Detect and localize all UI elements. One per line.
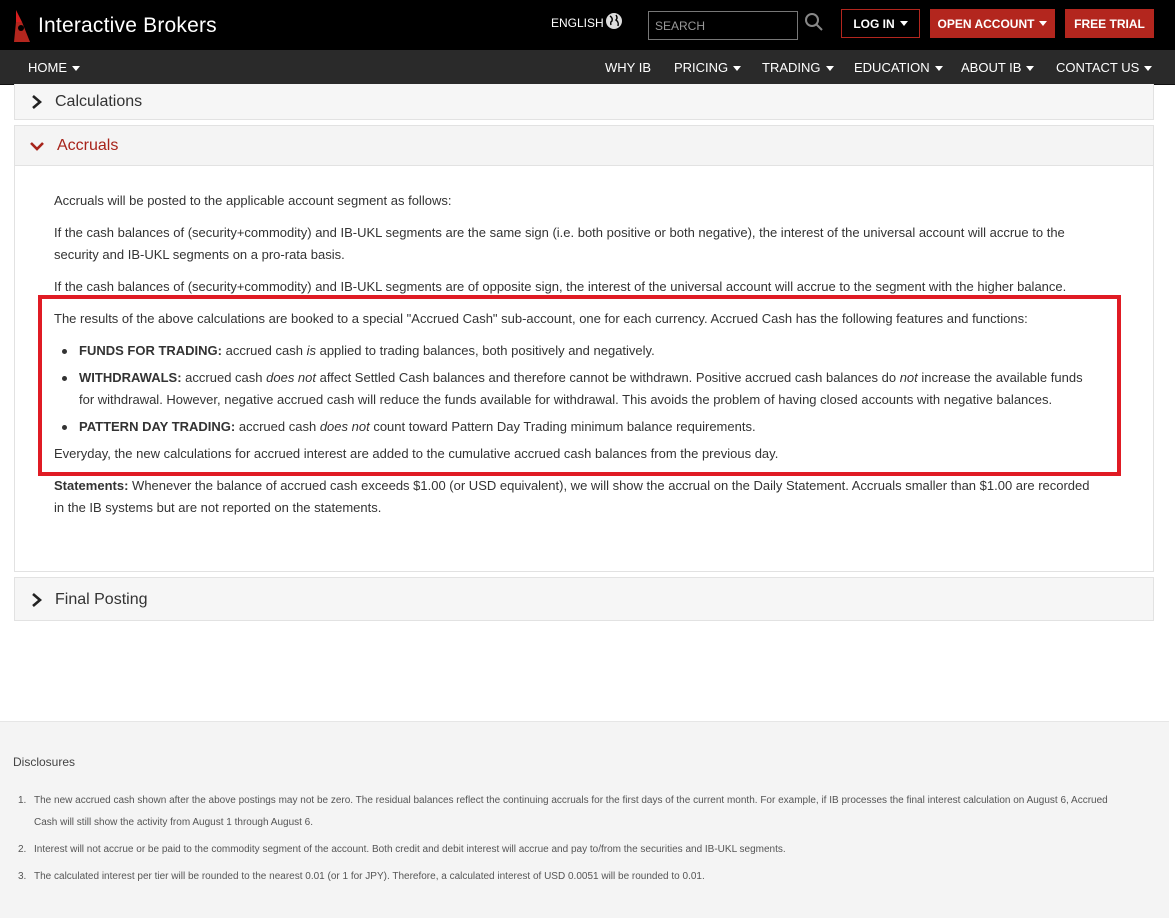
chevron-down-icon [934, 66, 943, 72]
chevron-down-icon [72, 66, 80, 72]
list-number: 2. [18, 844, 27, 855]
nav-trading-label: TRADING [762, 60, 821, 75]
chevron-down-icon [825, 66, 834, 72]
language-selector[interactable]: ENGLISH [551, 16, 604, 30]
accordion-title: Final Posting [55, 590, 148, 608]
statements-label: Statements: [54, 478, 129, 493]
search-icon[interactable] [804, 12, 826, 34]
accordion-title: Calculations [55, 92, 143, 110]
nav-about-ib-label: ABOUT IB [961, 60, 1022, 75]
disclosure-text: The new accrued cash shown after the abo… [34, 795, 1108, 828]
nav-pricing[interactable]: PRICING [674, 50, 742, 85]
chevron-down-icon [1039, 21, 1048, 26]
paragraph: Accruals will be posted to the applicabl… [54, 193, 452, 208]
statements-text: Whenever the balance of accrued cash exc… [54, 478, 1090, 515]
chevron-down-icon [899, 21, 908, 26]
nav-why-ib-label: WHY IB [605, 60, 651, 75]
list-item: 3. The calculated interest per tier will… [18, 866, 1128, 888]
nav-trading[interactable]: TRADING [762, 50, 834, 85]
nav-education-label: EDUCATION [854, 60, 930, 75]
chevron-down-icon [30, 141, 44, 151]
accordion-header-final-posting[interactable]: Final Posting [15, 578, 1153, 621]
logo[interactable]: Interactive Brokers [12, 8, 217, 44]
disclosures-title: Disclosures [13, 755, 76, 769]
chevron-down-icon [1026, 66, 1035, 72]
nav-why-ib[interactable]: WHY IB [605, 50, 651, 85]
nav-contact-us[interactable]: CONTACT US [1056, 50, 1153, 85]
nav-home[interactable]: HOME [28, 50, 80, 85]
free-trial-button[interactable]: FREE TRIAL [1065, 9, 1154, 38]
open-account-button[interactable]: OPEN ACCOUNT [930, 9, 1055, 38]
main-nav: HOME WHY IB PRICING TRADING EDUCATION AB… [0, 50, 1175, 85]
list-number: 3. [18, 871, 27, 882]
accordion-calculations: Calculations [14, 84, 1154, 120]
logo-icon [12, 8, 32, 44]
statements-paragraph: Statements: Whenever the balance of accr… [54, 475, 1099, 519]
chevron-right-icon [32, 94, 42, 109]
chevron-right-icon [32, 592, 42, 607]
logo-text: Interactive Brokers [38, 14, 217, 37]
disclosures-section: Disclosures 1. The new accrued cash show… [0, 721, 1169, 918]
nav-home-label: HOME [28, 60, 67, 75]
accordion-final-posting: Final Posting [14, 577, 1154, 621]
disclosure-text: The calculated interest per tier will be… [34, 871, 705, 882]
nav-contact-us-label: CONTACT US [1056, 60, 1140, 75]
list-number: 1. [18, 795, 27, 806]
list-item: 2. Interest will not accrue or be paid t… [18, 839, 1128, 861]
nav-education[interactable]: EDUCATION [854, 50, 943, 85]
nav-pricing-label: PRICING [674, 60, 729, 75]
accordion-header-accruals[interactable]: Accruals [15, 126, 1153, 166]
free-trial-label: FREE TRIAL [1074, 16, 1145, 31]
globe-icon[interactable] [605, 12, 623, 30]
disclosures-list: 1. The new accrued cash shown after the … [18, 790, 1128, 893]
chevron-down-icon [733, 66, 742, 72]
accordion-header-calculations[interactable]: Calculations [15, 84, 1153, 119]
list-item: 1. The new accrued cash shown after the … [18, 790, 1128, 834]
top-header: Interactive Brokers ENGLISH LOG IN OPEN … [0, 0, 1175, 50]
login-label: LOG IN [853, 16, 895, 31]
accordion-title: Accruals [57, 136, 119, 154]
highlight-box [38, 295, 1121, 476]
chevron-down-icon [1144, 66, 1153, 72]
disclosure-text: Interest will not accrue or be paid to t… [34, 844, 786, 855]
open-account-label: OPEN ACCOUNT [937, 16, 1035, 31]
nav-about-ib[interactable]: ABOUT IB [961, 50, 1035, 85]
search-input[interactable] [648, 11, 798, 40]
login-button[interactable]: LOG IN [841, 9, 920, 38]
paragraph: If the cash balances of (security+commod… [54, 225, 1065, 262]
